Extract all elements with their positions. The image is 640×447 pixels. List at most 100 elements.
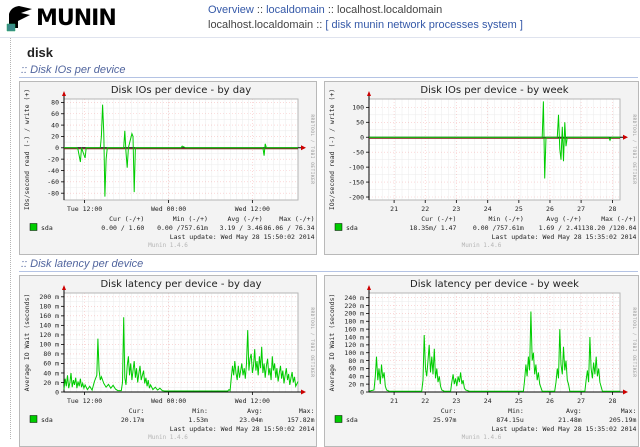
svg-text:Cur:: Cur: — [129, 407, 145, 415]
svg-text:IOs/second read (-) / write (+: IOs/second read (-) / write (+) — [328, 89, 336, 210]
svg-text:18.35m/ 1.47: 18.35m/ 1.47 — [409, 224, 456, 232]
section-header-disk-latency: :: Disk latency per device — [19, 258, 638, 272]
svg-text:sda: sda — [346, 224, 358, 232]
svg-text:20 m: 20 m — [348, 380, 364, 388]
nav-text: localhost.localdomain — [337, 4, 443, 16]
svg-text:sda: sda — [346, 416, 358, 424]
nav-link[interactable]: system — [482, 19, 517, 31]
svg-text:180 m: 180 m — [344, 318, 364, 326]
chart-panel-latency-day[interactable]: Disk latency per device - by day 200 m 180… — [19, 275, 317, 447]
svg-text:Avg:: Avg: — [566, 407, 582, 415]
svg-text:Munin 1.4.6: Munin 1.4.6 — [148, 434, 188, 441]
svg-text:Last update: Wed May 28 15:50:: Last update: Wed May 28 15:50:02 2014 — [170, 425, 315, 433]
svg-text:40: 40 — [51, 121, 59, 129]
svg-text:-200: -200 — [348, 193, 364, 201]
svg-text:80: 80 — [51, 99, 59, 107]
svg-text:RRDTOOL / TOBI OETIKER: RRDTOOL / TOBI OETIKER — [309, 307, 315, 377]
svg-text:-20: -20 — [47, 155, 59, 163]
nav-link[interactable]: disk — [332, 19, 352, 31]
svg-text:220 m: 220 m — [344, 302, 364, 310]
svg-text:Wed 00:00: Wed 00:00 — [151, 205, 186, 213]
munin-bird-icon — [6, 6, 32, 32]
svg-text:-150: -150 — [348, 178, 364, 186]
svg-text:21.48m: 21.48m — [558, 416, 582, 424]
svg-text:Munin 1.4.6: Munin 1.4.6 — [148, 242, 188, 249]
chart-latency-week[interactable]: Disk latency per device - by week240 m22… — [325, 276, 638, 446]
chart-panel-latency-week[interactable]: Disk latency per device - by week 240 m 22… — [324, 275, 639, 447]
nav-text: localhost.localdomain :: — [208, 19, 326, 31]
svg-text:sda: sda — [41, 224, 53, 232]
svg-text:27: 27 — [577, 205, 585, 213]
nav-link[interactable]: ] — [517, 19, 523, 31]
svg-text:60: 60 — [51, 110, 59, 118]
chart-panel-io-day[interactable]: Disk IOs per device - by day 80 60 40 20 0 -20… — [19, 81, 317, 255]
page-title: disk — [27, 45, 54, 60]
svg-text:Min:: Min: — [192, 407, 208, 415]
svg-text:40 m: 40 m — [348, 373, 364, 381]
nav-link[interactable]: network — [387, 19, 426, 31]
svg-text:60 m: 60 m — [348, 365, 364, 373]
chart-latency-day[interactable]: Disk latency per device - by day 200 m 180… — [20, 276, 316, 446]
svg-text:21: 21 — [390, 205, 398, 213]
svg-text:26: 26 — [546, 205, 554, 213]
svg-text:26: 26 — [546, 397, 554, 405]
svg-text:Disk latency per device - by w: Disk latency per device - by week — [410, 279, 579, 290]
svg-text:-40: -40 — [47, 167, 59, 175]
chart-io-day[interactable]: Disk IOs per device - by day 80 60 40 20 0 -20… — [20, 82, 316, 254]
svg-text:25: 25 — [515, 205, 523, 213]
svg-text:Avg (-/+): Avg (-/+) — [227, 215, 262, 223]
svg-text:874.15u: 874.15u — [496, 416, 523, 424]
svg-text:24: 24 — [484, 397, 492, 405]
svg-text:Min:: Min: — [508, 407, 524, 415]
section-header-disk-ios: :: Disk IOs per device — [19, 64, 638, 78]
svg-text:0: 0 — [360, 388, 364, 396]
svg-text:Cur (-/+): Cur (-/+) — [421, 215, 456, 223]
svg-text:RRDTOOL / TOBI OETIKER: RRDTOOL / TOBI OETIKER — [309, 114, 315, 184]
svg-text:0: 0 — [55, 144, 59, 152]
svg-text:20 m: 20 m — [43, 379, 59, 387]
svg-text:Cur:: Cur: — [441, 407, 457, 415]
svg-text:22: 22 — [421, 397, 429, 405]
svg-text:25: 25 — [515, 397, 523, 405]
svg-text:22: 22 — [421, 205, 429, 213]
nav-text: :: — [324, 4, 338, 16]
logo-text: MUNIN — [36, 5, 117, 31]
svg-text:23.04m: 23.04m — [239, 416, 263, 424]
svg-text:Munin 1.4.6: Munin 1.4.6 — [462, 434, 502, 441]
svg-text:Max (-/+): Max (-/+) — [601, 215, 636, 223]
chart-io-week[interactable]: Disk IOs per device - by week 100 50 0 -50 -1… — [325, 82, 638, 254]
svg-text:RRDTOOL / TOBI OETIKER: RRDTOOL / TOBI OETIKER — [631, 307, 637, 377]
svg-text:IOs/second read (-) / write (+: IOs/second read (-) / write (+) — [23, 89, 31, 210]
svg-text:Cur (-/+): Cur (-/+) — [109, 215, 144, 223]
svg-text:Average IO Wait (seconds): Average IO Wait (seconds) — [23, 294, 31, 392]
svg-text:180 m: 180 m — [39, 303, 59, 311]
svg-text:120 m: 120 m — [344, 341, 364, 349]
svg-text:0.00 /757.61m: 0.00 /757.61m — [157, 224, 208, 232]
svg-text:20.17m: 20.17m — [121, 416, 145, 424]
nav-link[interactable]: localdomain — [266, 4, 325, 16]
svg-text:Min (-/+): Min (-/+) — [489, 215, 524, 223]
svg-text:sda: sda — [41, 416, 53, 424]
svg-text:50: 50 — [356, 119, 364, 127]
svg-text:Tue 12:00: Tue 12:00 — [67, 397, 102, 405]
svg-text:160 m: 160 m — [39, 312, 59, 320]
svg-text:Disk latency per device - by d: Disk latency per device - by day — [100, 279, 261, 290]
svg-text:-60: -60 — [47, 178, 59, 186]
svg-text:Munin 1.4.6: Munin 1.4.6 — [462, 242, 502, 249]
page-header: MUNIN Overview :: localdomain :: localho… — [0, 0, 640, 38]
svg-text:Tue 12:00: Tue 12:00 — [67, 205, 102, 213]
svg-text:140 m: 140 m — [39, 322, 59, 330]
chart-panel-io-week[interactable]: Disk IOs per device - by week 100 50 0 -50 -1… — [324, 81, 639, 255]
svg-text:80 m: 80 m — [348, 357, 364, 365]
nav-link[interactable]: munin — [354, 19, 384, 31]
svg-text:86.06 / 76.34: 86.06 / 76.34 — [264, 224, 315, 232]
svg-text:Max (-/+): Max (-/+) — [279, 215, 314, 223]
svg-text:100 m: 100 m — [344, 349, 364, 357]
svg-text:27: 27 — [577, 397, 585, 405]
svg-text:Average IO Wait (seconds): Average IO Wait (seconds) — [328, 294, 336, 392]
svg-text:Avg (-/+): Avg (-/+) — [546, 215, 581, 223]
nav-link[interactable]: Overview — [208, 4, 254, 16]
munin-logo[interactable]: MUNIN — [6, 4, 117, 32]
svg-text:Wed 12:00: Wed 12:00 — [235, 205, 270, 213]
nav-link[interactable]: processes — [429, 19, 479, 31]
